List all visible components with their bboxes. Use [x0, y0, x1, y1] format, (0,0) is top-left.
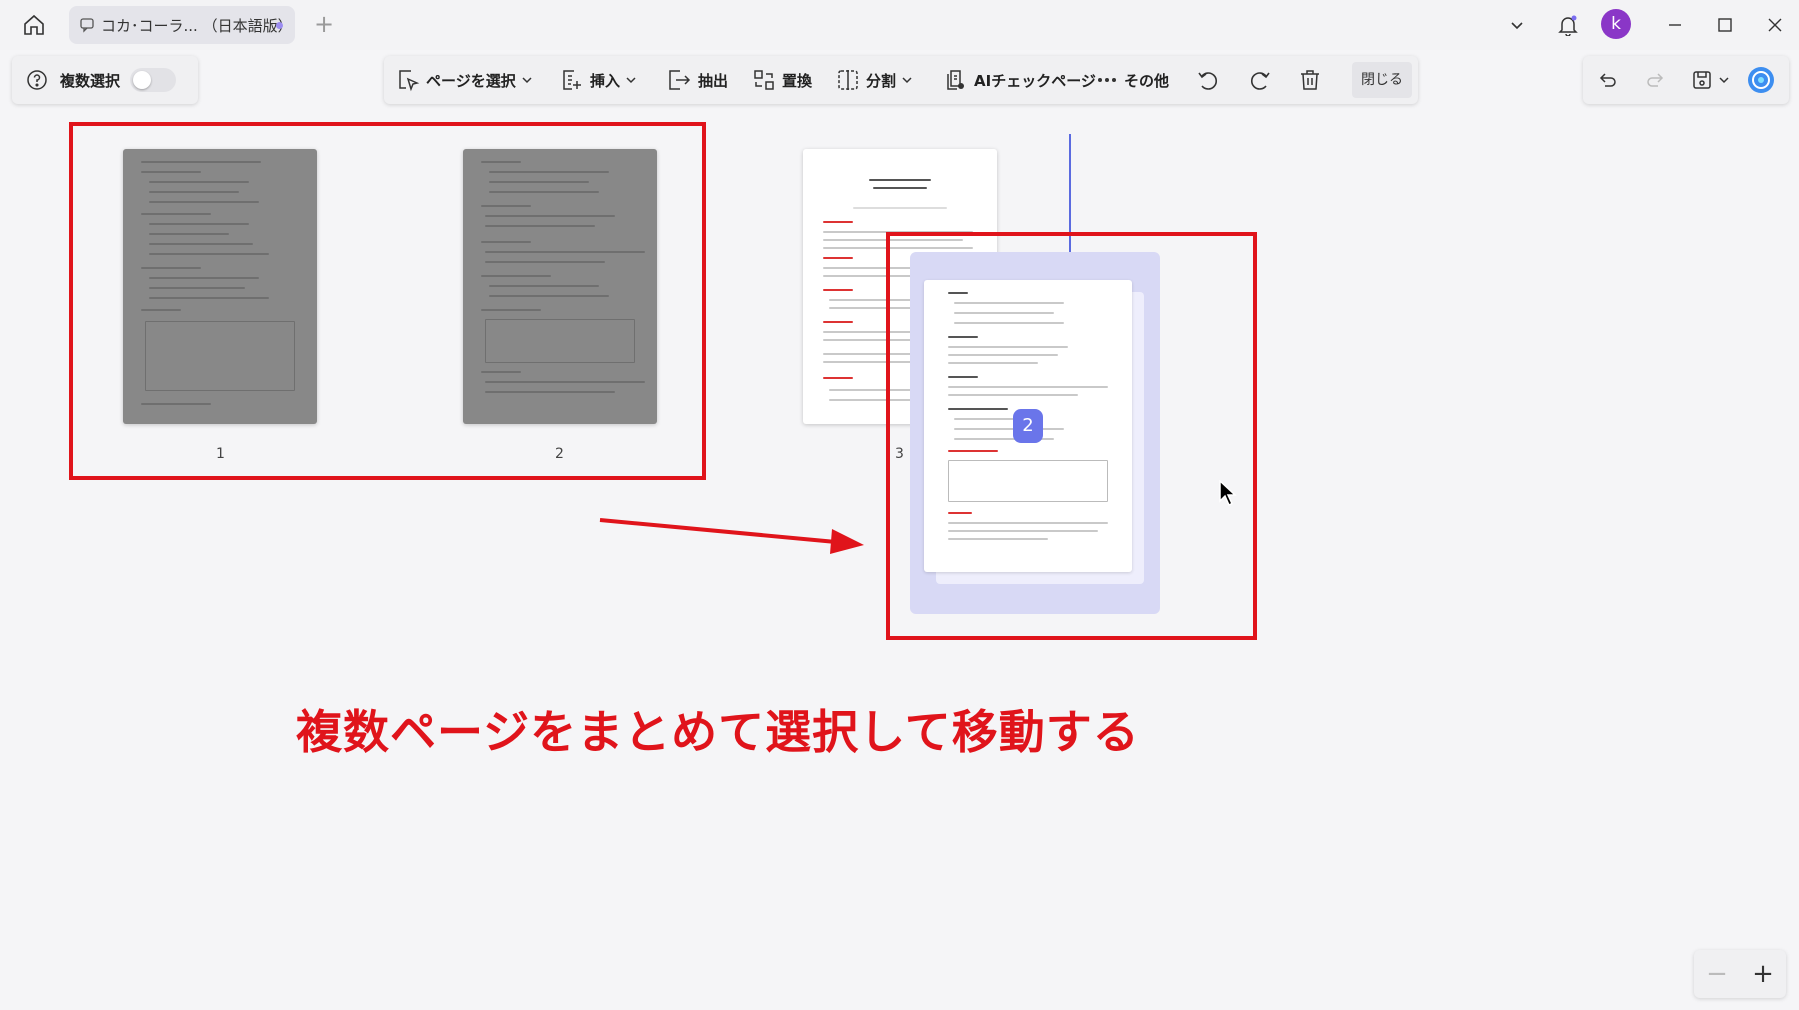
trash-icon: [1301, 70, 1319, 90]
maximize-button[interactable]: [1710, 10, 1740, 40]
page-thumbnail-1[interactable]: [123, 149, 317, 424]
ai-check-page-button[interactable]: AIチェックページ: [944, 56, 1096, 104]
extract-label: 抽出: [698, 71, 729, 90]
page-number-2: 2: [555, 446, 564, 462]
page-select-icon: [399, 70, 420, 92]
multi-select-panel: 複数選択: [12, 56, 198, 104]
split-icon: [838, 70, 858, 90]
rotate-left-icon: [1198, 72, 1217, 90]
title-bar: コカ･コーラ... （日本語版） + k: [0, 0, 1799, 50]
rotate-right-icon: [1251, 72, 1270, 90]
notification-button[interactable]: [1553, 10, 1583, 40]
home-button[interactable]: [18, 10, 50, 40]
ai-assistant-button[interactable]: [1747, 56, 1775, 104]
insert-label: 挿入: [590, 71, 621, 90]
replace-label: 置換: [782, 71, 813, 90]
multi-select-label: 複数選択: [60, 71, 121, 90]
drag-highlight: [886, 232, 1257, 640]
close-icon: [1768, 18, 1782, 32]
zoom-controls: − +: [1694, 950, 1786, 998]
chevron-down-icon: [522, 77, 532, 84]
chevron-down-icon: [626, 77, 636, 84]
comment-icon: [79, 17, 95, 33]
rotate-left-button[interactable]: [1196, 56, 1222, 104]
ai-check-icon: [947, 70, 964, 90]
annotation-caption: 複数ページをまとめて選択して移動する: [296, 705, 1140, 759]
insert-icon: [563, 70, 581, 90]
undo-button[interactable]: [1597, 56, 1619, 104]
home-icon: [24, 14, 44, 35]
avatar[interactable]: k: [1601, 9, 1631, 39]
right-toolbar: [1583, 56, 1789, 104]
multi-select-toggle[interactable]: [130, 68, 177, 92]
redo-button[interactable]: [1644, 56, 1666, 104]
save-icon: [1693, 71, 1711, 89]
split-label: 分割: [866, 71, 897, 90]
page-number-1: 1: [216, 446, 225, 462]
chevron-down-icon: [902, 77, 912, 84]
redo-icon: [1647, 73, 1664, 87]
select-page-label: ページを選択: [426, 71, 516, 90]
select-page-button[interactable]: ページを選択: [396, 56, 532, 104]
delete-button[interactable]: [1298, 56, 1322, 104]
toggle-knob: [133, 71, 152, 89]
extract-button[interactable]: 抽出: [666, 56, 728, 104]
ai-assistant-icon: [1748, 67, 1774, 93]
chevron-down-icon: [1511, 22, 1523, 30]
help-icon[interactable]: [26, 69, 48, 91]
rotate-right-button[interactable]: [1246, 56, 1272, 104]
arrow-annotation: [599, 518, 864, 554]
zoom-out-button[interactable]: −: [1706, 959, 1728, 989]
replace-icon: [754, 70, 774, 90]
extract-icon: [669, 70, 691, 90]
close-window-button[interactable]: [1760, 10, 1790, 40]
tab-title: コカ･コーラ... （日本語版）: [101, 16, 293, 35]
page-thumbnail-2[interactable]: [463, 149, 657, 424]
minimize-icon: [1669, 24, 1681, 26]
chevron-down-icon: [1719, 77, 1729, 84]
maximize-icon: [1718, 18, 1732, 32]
undo-icon: [1599, 73, 1616, 87]
zoom-in-button[interactable]: +: [1752, 959, 1774, 989]
minimize-button[interactable]: [1660, 10, 1690, 40]
save-button[interactable]: [1691, 56, 1729, 104]
insert-button[interactable]: 挿入: [560, 56, 636, 104]
mouse-cursor-icon: [1219, 480, 1237, 507]
document-tab[interactable]: コカ･コーラ... （日本語版）: [69, 6, 295, 44]
more-icon: [1098, 78, 1116, 82]
more-label: その他: [1124, 71, 1170, 90]
page-toolbar: ページを選択 挿入 抽出 置換 分割 AIチェックページ その他 閉じる: [384, 56, 1418, 104]
split-button[interactable]: 分割: [836, 56, 912, 104]
unsaved-dot: [276, 22, 283, 29]
tab-list-button[interactable]: [1502, 10, 1532, 40]
more-button[interactable]: その他: [1096, 56, 1169, 104]
new-tab-button[interactable]: +: [310, 10, 338, 38]
bell-icon: [1558, 15, 1578, 36]
ai-check-page-label: AIチェックページ: [974, 71, 1096, 90]
replace-button[interactable]: 置換: [752, 56, 812, 104]
close-button[interactable]: 閉じる: [1352, 62, 1412, 98]
